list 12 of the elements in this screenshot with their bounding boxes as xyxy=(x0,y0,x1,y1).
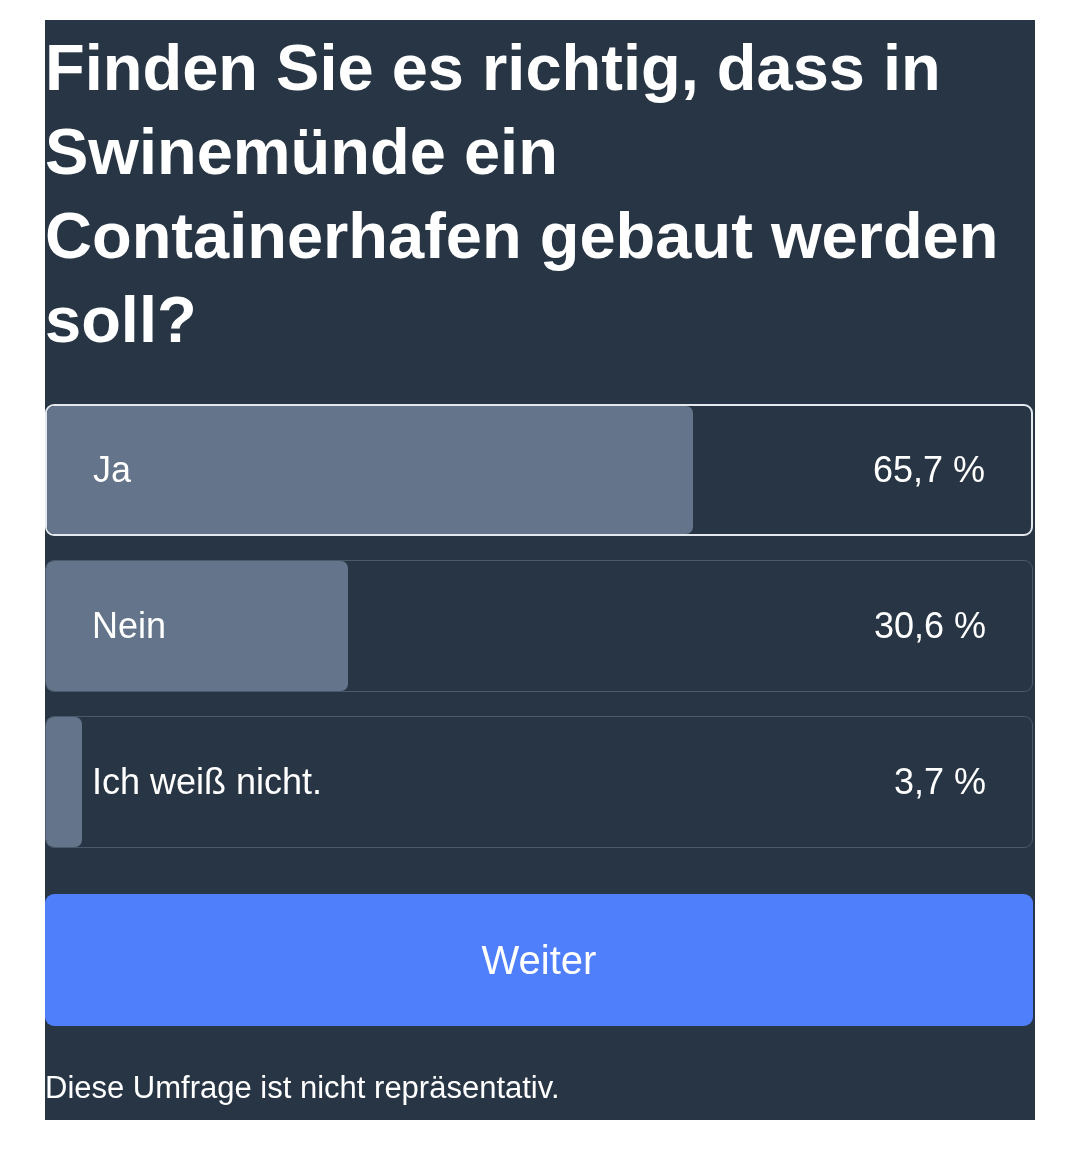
option-label: Ich weiß nicht. xyxy=(92,761,323,803)
question-title: Finden Sie es richtig, dass in Swinemünde ein Containerhafen gebaut werden soll? xyxy=(45,30,1000,358)
percent-value: 30,6 % xyxy=(873,605,986,647)
result-bar[interactable]: Nein 30,6 % xyxy=(45,560,1033,692)
result-bar[interactable]: Ja 65,7 % xyxy=(45,404,1033,536)
result-bar[interactable]: Ich weiß nicht. 3,7 % xyxy=(45,716,1033,848)
option-label: Nein xyxy=(92,605,167,647)
option-label: Ja xyxy=(93,449,132,491)
percent-value: 65,7 % xyxy=(872,449,985,491)
next-button[interactable]: Weiter xyxy=(45,894,1033,1026)
percent-value: 3,7 % xyxy=(893,761,986,803)
disclaimer-text: Diese Umfrage ist nicht repräsentativ. xyxy=(45,1069,561,1107)
